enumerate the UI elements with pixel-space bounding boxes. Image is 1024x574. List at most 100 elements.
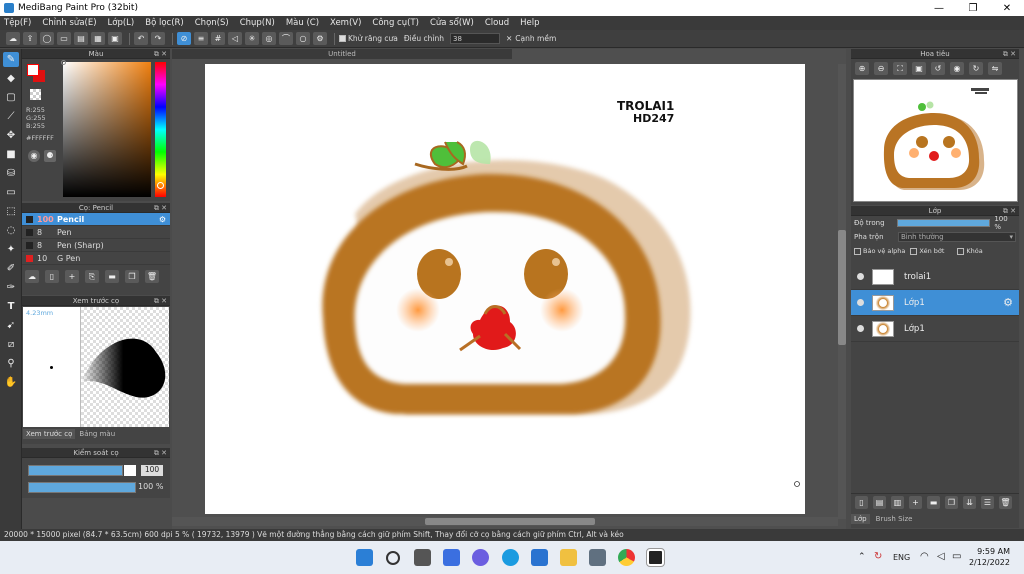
merge-layer-icon[interactable]: ⇊ [963,496,976,509]
frame-icon[interactable]: ▣ [108,32,122,45]
widgets-icon[interactable] [443,549,460,566]
snap-circle-icon[interactable]: ○ [296,32,310,45]
copy-brush-icon[interactable]: ⎘ [85,270,99,283]
magic-wand-tool-icon[interactable]: ✦ [3,242,19,257]
transparent-color-swatch[interactable] [30,89,41,100]
size-slider-handle[interactable] [124,465,136,476]
hue-slider[interactable] [155,62,166,197]
snap-curve-icon[interactable]: ⌒ [279,32,293,45]
add-brush-icon[interactable]: + [65,270,79,283]
panel-controls-icon[interactable]: ⧉ ✕ [1003,206,1016,216]
layer-row[interactable]: Lớp1 [851,316,1019,342]
panel-controls-icon[interactable]: ⧉ ✕ [154,203,167,213]
menu-help[interactable]: Help [520,18,539,28]
lock-checkbox[interactable] [957,247,965,255]
zoom-in-icon[interactable]: ⊕ [855,62,869,75]
layer-row[interactable]: Lớp1 ⚙ [851,290,1019,316]
menu-tools[interactable]: Công cụ(T) [372,18,419,28]
antialias-option[interactable]: Khử răng cưa [339,34,398,43]
menu-snap[interactable]: Chụp(N) [240,18,275,28]
chrome-browser-icon[interactable] [618,549,635,566]
tab-palette[interactable]: Bảng màu [75,429,119,439]
new-halftone-layer-icon[interactable]: ▤ [873,496,886,509]
layer-settings-gear-icon[interactable]: ⚙ [1003,296,1013,309]
visibility-icon[interactable] [857,325,864,332]
size-value[interactable]: 100 [141,465,163,476]
trash-icon[interactable]: 🗑 [145,270,159,283]
battery-icon[interactable]: ▭ [952,551,961,562]
vertical-scroll-thumb[interactable] [838,230,846,345]
hue-handle[interactable] [157,182,164,189]
layer-opacity-slider[interactable] [896,219,991,227]
blend-mode-select[interactable]: Bình thường ▾ [898,232,1016,242]
file-explorer-icon[interactable] [560,549,577,566]
bucket-tool-icon[interactable]: ⛁ [3,166,19,181]
close-button[interactable]: ✕ [990,3,1024,14]
lasso-tool-icon[interactable]: ◌ [3,223,19,238]
duplicate-layer-icon[interactable]: ❐ [945,496,958,509]
clip-option[interactable]: Xén bớt [910,247,944,255]
language-indicator[interactable]: ENG [893,553,910,562]
snap-parallel-icon[interactable]: ≡ [194,32,208,45]
folder-icon[interactable]: ▬ [105,270,119,283]
cloud-brush-icon[interactable]: ☁ [25,270,39,283]
clock[interactable]: 9:59 AM 2/12/2022 [969,546,1010,568]
wifi-icon[interactable]: ◠ [920,551,929,562]
panel-controls-icon[interactable]: ⧉ ✕ [154,49,167,59]
brush-settings-gear-icon[interactable]: ⚙ [159,215,166,224]
eyedropper-tool-icon[interactable]: ⚲ [3,356,19,371]
move-tool-icon[interactable]: ✥ [3,128,19,143]
text-tool-icon[interactable]: T [3,299,19,314]
drawing-canvas[interactable]: TROLAI1 HD247 [205,64,805,514]
new-8bit-layer-icon[interactable]: ▥ [891,496,904,509]
undo-icon[interactable]: ↶ [134,32,148,45]
rotate-right-icon[interactable]: ↻ [969,62,983,75]
menu-view[interactable]: Xem(V) [330,18,361,28]
edge-browser-icon[interactable] [502,549,519,566]
snap-off-icon[interactable]: ⊘ [177,32,191,45]
panel-controls-icon[interactable]: ⧉ ✕ [154,296,167,306]
folder-icon[interactable]: ▬ [927,496,940,509]
clip-checkbox[interactable] [910,247,918,255]
divide-tool-icon[interactable]: ⧄ [3,337,19,352]
protect-alpha-checkbox[interactable] [854,247,861,255]
brush-item[interactable]: 8 Pen [22,226,170,239]
menu-color[interactable]: Màu (C) [286,18,319,28]
zoom-out-icon[interactable]: ⊖ [874,62,888,75]
brush-item[interactable]: 10 G Pen [22,252,170,265]
export-icon[interactable]: ⇪ [23,32,37,45]
add-layer-menu-icon[interactable]: + [909,496,922,509]
search-icon[interactable] [386,551,400,565]
brush-tool-icon[interactable]: ✎ [3,52,19,67]
adjust-input[interactable]: 38 [450,33,500,44]
menu-cloud[interactable]: Cloud [485,18,509,28]
eraser-tool-icon[interactable]: ◆ [3,71,19,86]
tray-app-icon[interactable]: ↻ [874,551,882,562]
menu-edit[interactable]: Chỉnh sửa(E) [42,18,96,28]
lock-option[interactable]: Khóa [957,247,983,255]
task-view-icon[interactable] [414,549,431,566]
new-layer-icon[interactable]: ▯ [855,496,868,509]
trash-icon[interactable]: 🗑 [999,496,1012,509]
menu-select[interactable]: Chọn(S) [195,18,229,28]
saturation-value-picker[interactable] [63,62,151,197]
sv-handle[interactable] [61,60,66,65]
tab-brush-preview[interactable]: Xem trước cọ [23,429,76,439]
panel-icon[interactable]: ▤ [74,32,88,45]
color-mix-icon[interactable]: ⚈ [44,150,56,162]
duplicate-icon[interactable]: ❐ [125,270,139,283]
panel-controls-icon[interactable]: ⧉ ✕ [1003,49,1016,59]
menu-layer[interactable]: Lớp(L) [108,18,135,28]
medibang-app-icon[interactable] [646,548,665,567]
snap-concentric-icon[interactable]: ◎ [262,32,276,45]
line-tool-icon[interactable]: ⟋ [3,109,19,124]
menu-file[interactable]: Tệp(F) [4,18,31,28]
navigator-thumbnail[interactable] [853,79,1018,202]
new-brush-icon[interactable]: ▯ [45,270,59,283]
protect-alpha-option[interactable]: Bảo vệ alpha [854,247,905,255]
menu-filter[interactable]: Bộ lọc(R) [145,18,184,28]
select-tool-icon[interactable]: ⬚ [3,204,19,219]
maximize-button[interactable]: ❐ [956,3,990,14]
soft-edge-option[interactable]: ✕ Cạnh mềm [506,34,556,43]
select-pen-tool-icon[interactable]: ✐ [3,261,19,276]
